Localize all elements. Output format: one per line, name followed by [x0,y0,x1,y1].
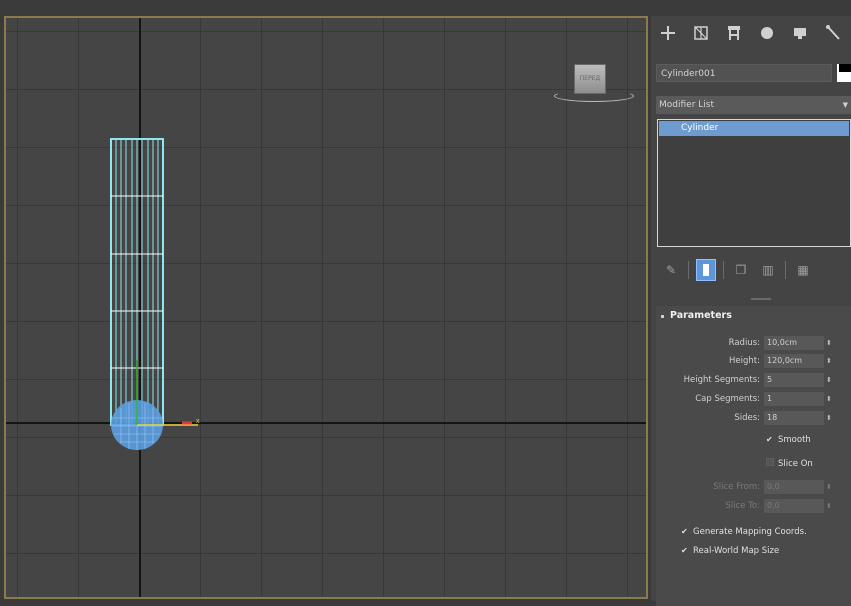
hierarchy-icon[interactable] [717,18,750,48]
height-label: Height: [729,356,760,366]
height-segments-input[interactable]: 5 [764,373,824,387]
sides-input[interactable]: 18 [764,411,824,425]
remove-modifier-icon[interactable]: ▥ [758,259,778,281]
rollout-collapse-icon [661,315,664,318]
svg-text:x: x [196,418,200,425]
height-segments-spinner[interactable]: ⬍ [826,373,834,387]
toolbar-separator [723,261,724,279]
slice-to-input[interactable]: 0,0 [764,499,824,513]
utilities-icon[interactable] [816,18,849,48]
modifier-list-label: Modifier List [659,100,714,110]
checkbox-empty-icon [766,458,774,466]
modify-icon[interactable] [684,18,717,48]
cap-segments-spinner[interactable]: ⬍ [826,392,834,406]
radius-label: Radius: [728,338,760,348]
radius-input[interactable]: 10,0cm [764,336,824,350]
slice-from-row: Slice From: 0,0 ⬍ [656,480,851,494]
parameters-rollout: Parameters Radius: 10,0cm ⬍ Height: 120,… [656,306,851,606]
slice-from-input[interactable]: 0,0 [764,480,824,494]
slice-from-spinner[interactable]: ⬍ [826,480,834,494]
pin-stack-icon[interactable]: ✎ [661,259,681,281]
real-world-map-label: Real-World Map Size [693,546,780,556]
create-icon[interactable] [651,18,684,48]
checkmark-icon: ✔ [766,435,773,444]
toolbar-separator [688,261,689,279]
sides-row: Sides: 18 ⬍ [656,411,851,425]
motion-icon[interactable] [750,18,783,48]
height-segments-label: Height Segments: [683,375,760,385]
radius-row: Radius: 10,0cm ⬍ [656,336,851,350]
checkmark-icon: ✔ [681,546,688,555]
cylinder-wireframe[interactable]: x [6,18,648,599]
generate-mapping-label: Generate Mapping Coords. [693,527,807,537]
height-spinner[interactable]: ⬍ [826,354,834,368]
sides-label: Sides: [734,413,760,423]
slice-on-label: Slice On [778,459,813,469]
real-world-map-checkbox[interactable]: ✔ Real-World Map Size [681,544,779,558]
chevron-down-icon: ▼ [842,101,848,109]
radius-spinner[interactable]: ⬍ [826,336,834,350]
slice-to-row: Slice To: 0,0 ⬍ [656,499,851,513]
show-end-result-icon[interactable] [696,259,716,281]
display-icon[interactable] [783,18,816,48]
rollout-title: Parameters [670,310,732,321]
slice-to-spinner[interactable]: ⬍ [826,499,834,513]
modifier-stack[interactable]: Cylinder [657,119,851,247]
object-name-field[interactable]: Cylinder001 [656,64,832,82]
top-bar [0,0,851,16]
generate-mapping-checkbox[interactable]: ✔ Generate Mapping Coords. [681,525,807,539]
height-segments-row: Height Segments: 5 ⬍ [656,373,851,387]
cap-segments-label: Cap Segments: [695,394,760,404]
sides-spinner[interactable]: ⬍ [826,411,834,425]
toolbar-separator [785,261,786,279]
command-panel-tabs [651,16,851,50]
object-color-swatch[interactable] [837,64,851,82]
configure-modifier-sets-icon[interactable]: ▦ [793,259,813,281]
viewport-front[interactable]: ПЕРЕД x [4,16,648,599]
rollout-header[interactable]: Parameters [656,306,851,326]
cap-segments-row: Cap Segments: 1 ⬍ [656,392,851,406]
stack-item-cylinder[interactable]: Cylinder [659,121,849,136]
slice-on-checkbox[interactable]: Slice On [766,457,813,471]
height-input[interactable]: 120,0cm [764,354,824,368]
checkmark-icon: ✔ [681,527,688,536]
smooth-label: Smooth [778,435,811,445]
cap-segments-input[interactable]: 1 [764,392,824,406]
command-panel: Cylinder001 Modifier List ▼ Cylinder ✎ ❒… [651,16,851,606]
smooth-checkbox[interactable]: ✔ Smooth [766,433,811,447]
modifier-list-dropdown[interactable]: Modifier List ▼ [656,96,851,114]
height-row: Height: 120,0cm ⬍ [656,354,851,368]
slice-from-label: Slice From: [713,482,760,492]
make-unique-icon[interactable]: ❒ [731,259,751,281]
panel-divider [751,298,771,300]
slice-to-label: Slice To: [725,501,760,511]
stack-toolbar: ✎ ❒ ▥ ▦ [657,256,851,284]
